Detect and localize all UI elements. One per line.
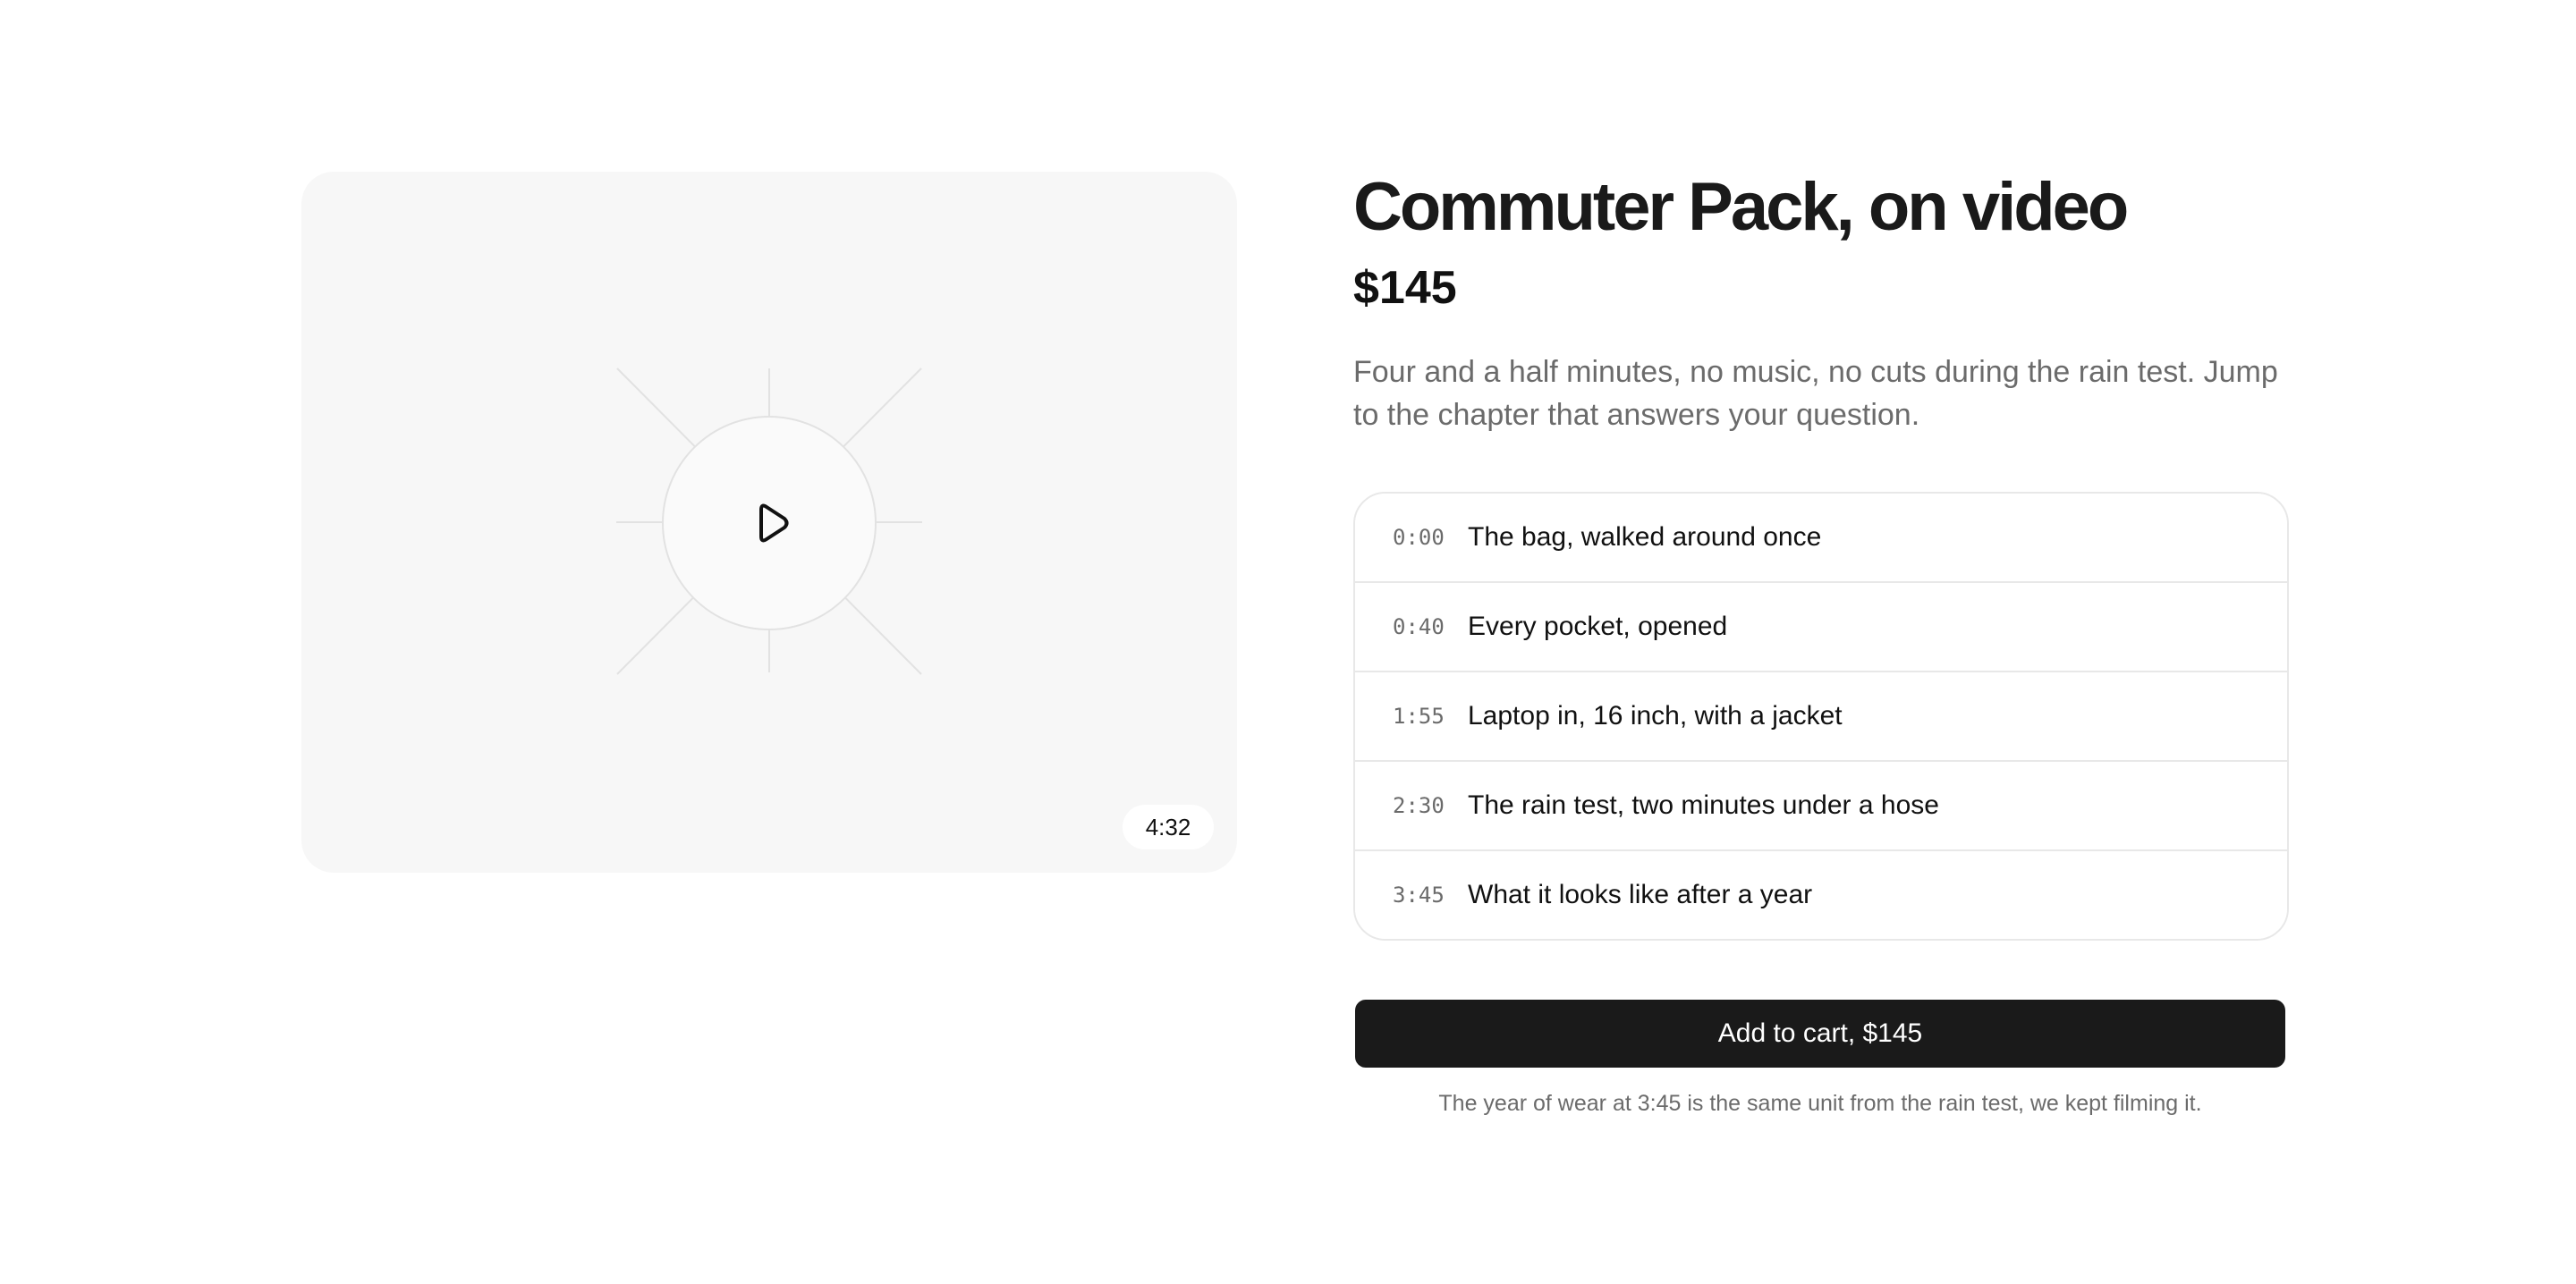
product-price: $145 bbox=[1353, 262, 1457, 314]
chapter-item[interactable]: 0:00 The bag, walked around once bbox=[1355, 494, 2287, 581]
duration-badge: 4:32 bbox=[1123, 805, 1214, 849]
play-button[interactable] bbox=[663, 417, 876, 629]
chapter-time: 0:40 bbox=[1393, 614, 1445, 639]
chapter-time: 2:30 bbox=[1393, 793, 1445, 818]
chapter-item[interactable]: 0:40 Every pocket, opened bbox=[1355, 581, 2287, 671]
chapter-list: 0:00 The bag, walked around once 0:40 Ev… bbox=[1353, 492, 2289, 941]
chapter-label: What it looks like after a year bbox=[1468, 880, 1813, 909]
chapter-item[interactable]: 2:30 The rain test, two minutes under a … bbox=[1355, 760, 2287, 849]
product-description: Four and a half minutes, no music, no cu… bbox=[1353, 355, 2278, 432]
chapter-time: 0:00 bbox=[1393, 525, 1445, 550]
product-title: Commuter Pack, on video bbox=[1353, 169, 2129, 245]
chapter-item[interactable]: 3:45 What it looks like after a year bbox=[1355, 849, 2287, 939]
cart-note: The year of wear at 3:45 is the same uni… bbox=[1438, 1091, 2202, 1116]
play-icon bbox=[759, 503, 789, 543]
video-player[interactable]: 4:32 bbox=[301, 172, 1237, 873]
chapter-time: 3:45 bbox=[1393, 883, 1445, 908]
chapter-label: Every pocket, opened bbox=[1468, 612, 1728, 641]
chapter-label: The bag, walked around once bbox=[1468, 522, 1822, 552]
product-info: Commuter Pack, on video $145 Four and a … bbox=[1353, 161, 2289, 1117]
chapter-label: Laptop in, 16 inch, with a jacket bbox=[1468, 701, 1843, 731]
chapter-label: The rain test, two minutes under a hose bbox=[1468, 790, 1939, 820]
add-to-cart-button[interactable]: Add to cart, $145 bbox=[1355, 1000, 2285, 1068]
chapter-time: 1:55 bbox=[1393, 704, 1445, 729]
chapter-item[interactable]: 1:55 Laptop in, 16 inch, with a jacket bbox=[1355, 671, 2287, 760]
